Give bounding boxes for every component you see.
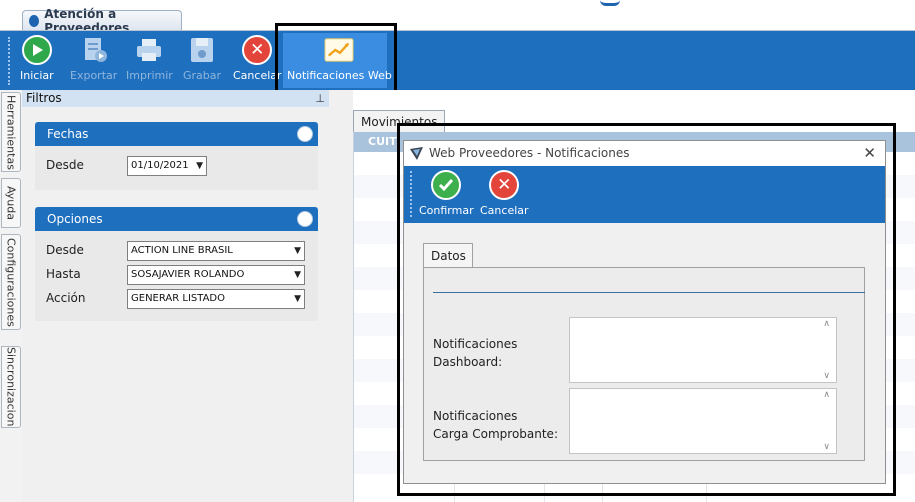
tab-atencion-proveedores[interactable]: Atención a Proveedores <box>22 7 182 35</box>
filtros-title: Filtros <box>26 91 62 105</box>
dropdown-arrow-icon: ▼ <box>294 270 301 280</box>
grabar-button[interactable]: Grabar <box>183 35 221 87</box>
imprimir-button[interactable]: Imprimir <box>126 35 173 87</box>
dropdown-arrow-icon: ▼ <box>294 246 301 256</box>
collapse-icon[interactable] <box>297 126 313 142</box>
opciones-accion-select[interactable]: GENERAR LISTADO ▼ <box>127 289 305 309</box>
fechas-desde-label: Desde <box>46 158 84 172</box>
side-tab-label: Herramientas <box>4 94 18 170</box>
fechas-title: Fechas <box>47 127 89 141</box>
app-icon <box>29 15 40 27</box>
side-tab-herramientas[interactable]: Herramientas <box>1 92 21 172</box>
collapse-icon[interactable] <box>297 211 313 227</box>
side-tab-ayuda[interactable]: Ayuda <box>1 178 21 228</box>
grabar-label: Grabar <box>183 69 222 82</box>
opciones-group: Opciones Desde ACTION LINE BRASIL ▼ Hast… <box>35 207 318 321</box>
panel-splitter[interactable] <box>329 90 353 502</box>
printer-icon <box>134 35 164 65</box>
iniciar-button[interactable]: Iniciar <box>20 35 54 87</box>
export-icon <box>79 35 109 65</box>
opciones-hasta-label: Hasta <box>46 267 81 281</box>
opciones-desde-value: ACTION LINE BRASIL <box>131 245 233 256</box>
dropdown-arrow-icon: ▼ <box>196 161 203 171</box>
exportar-label: Exportar <box>70 69 118 82</box>
highlight-box-dialog <box>397 123 896 496</box>
opciones-desde-select[interactable]: ACTION LINE BRASIL ▼ <box>127 241 305 261</box>
pin-icon[interactable]: ⊥ <box>315 90 325 107</box>
close-icon: ✕ <box>242 35 273 65</box>
fechas-group: Fechas Desde 01/10/2021 ▼ <box>35 122 318 190</box>
iniciar-label: Iniciar <box>20 69 54 82</box>
opciones-title: Opciones <box>47 212 103 226</box>
decorative-arc-icon <box>600 0 620 6</box>
save-icon <box>187 35 217 65</box>
filtros-header: Filtros ⊥ <box>22 90 329 107</box>
fechas-desde-value: 01/10/2021 <box>131 160 189 171</box>
opciones-hasta-value: SOSAJAVIER ROLANDO <box>131 269 245 280</box>
opciones-hasta-select[interactable]: SOSAJAVIER ROLANDO ▼ <box>127 265 305 285</box>
filtros-panel: Filtros ⊥ Fechas Desde 01/10/2021 ▼ Opci… <box>22 90 329 502</box>
opciones-accion-label: Acción <box>46 291 86 305</box>
fechas-header[interactable]: Fechas <box>35 122 318 146</box>
opciones-header[interactable]: Opciones <box>35 207 318 231</box>
grid-column-cuit[interactable]: CUIT <box>368 135 397 148</box>
dropdown-arrow-icon: ▼ <box>294 294 301 304</box>
document-tabstrip: Atención a Proveedores <box>0 0 915 35</box>
toolbar-grip[interactable] <box>8 37 10 85</box>
side-tab-strip: Herramientas Ayuda Configuraciones Sincr… <box>0 90 22 502</box>
side-tab-label: Configuraciones <box>4 237 18 327</box>
side-tab-configuraciones[interactable]: Configuraciones <box>1 234 21 330</box>
fechas-desde-datepicker[interactable]: 01/10/2021 ▼ <box>127 156 207 176</box>
play-icon <box>21 35 52 65</box>
imprimir-label: Imprimir <box>126 69 173 82</box>
side-tab-label: Ayuda <box>4 186 18 220</box>
opciones-accion-value: GENERAR LISTADO <box>131 293 225 304</box>
opciones-desde-label: Desde <box>46 243 84 257</box>
side-tab-sincronizacion[interactable]: Sincronizacion <box>1 346 21 428</box>
side-tab-label: Sincronizacion <box>4 347 18 427</box>
highlight-box-notificaciones <box>275 23 397 95</box>
exportar-button[interactable]: Exportar <box>70 35 117 87</box>
